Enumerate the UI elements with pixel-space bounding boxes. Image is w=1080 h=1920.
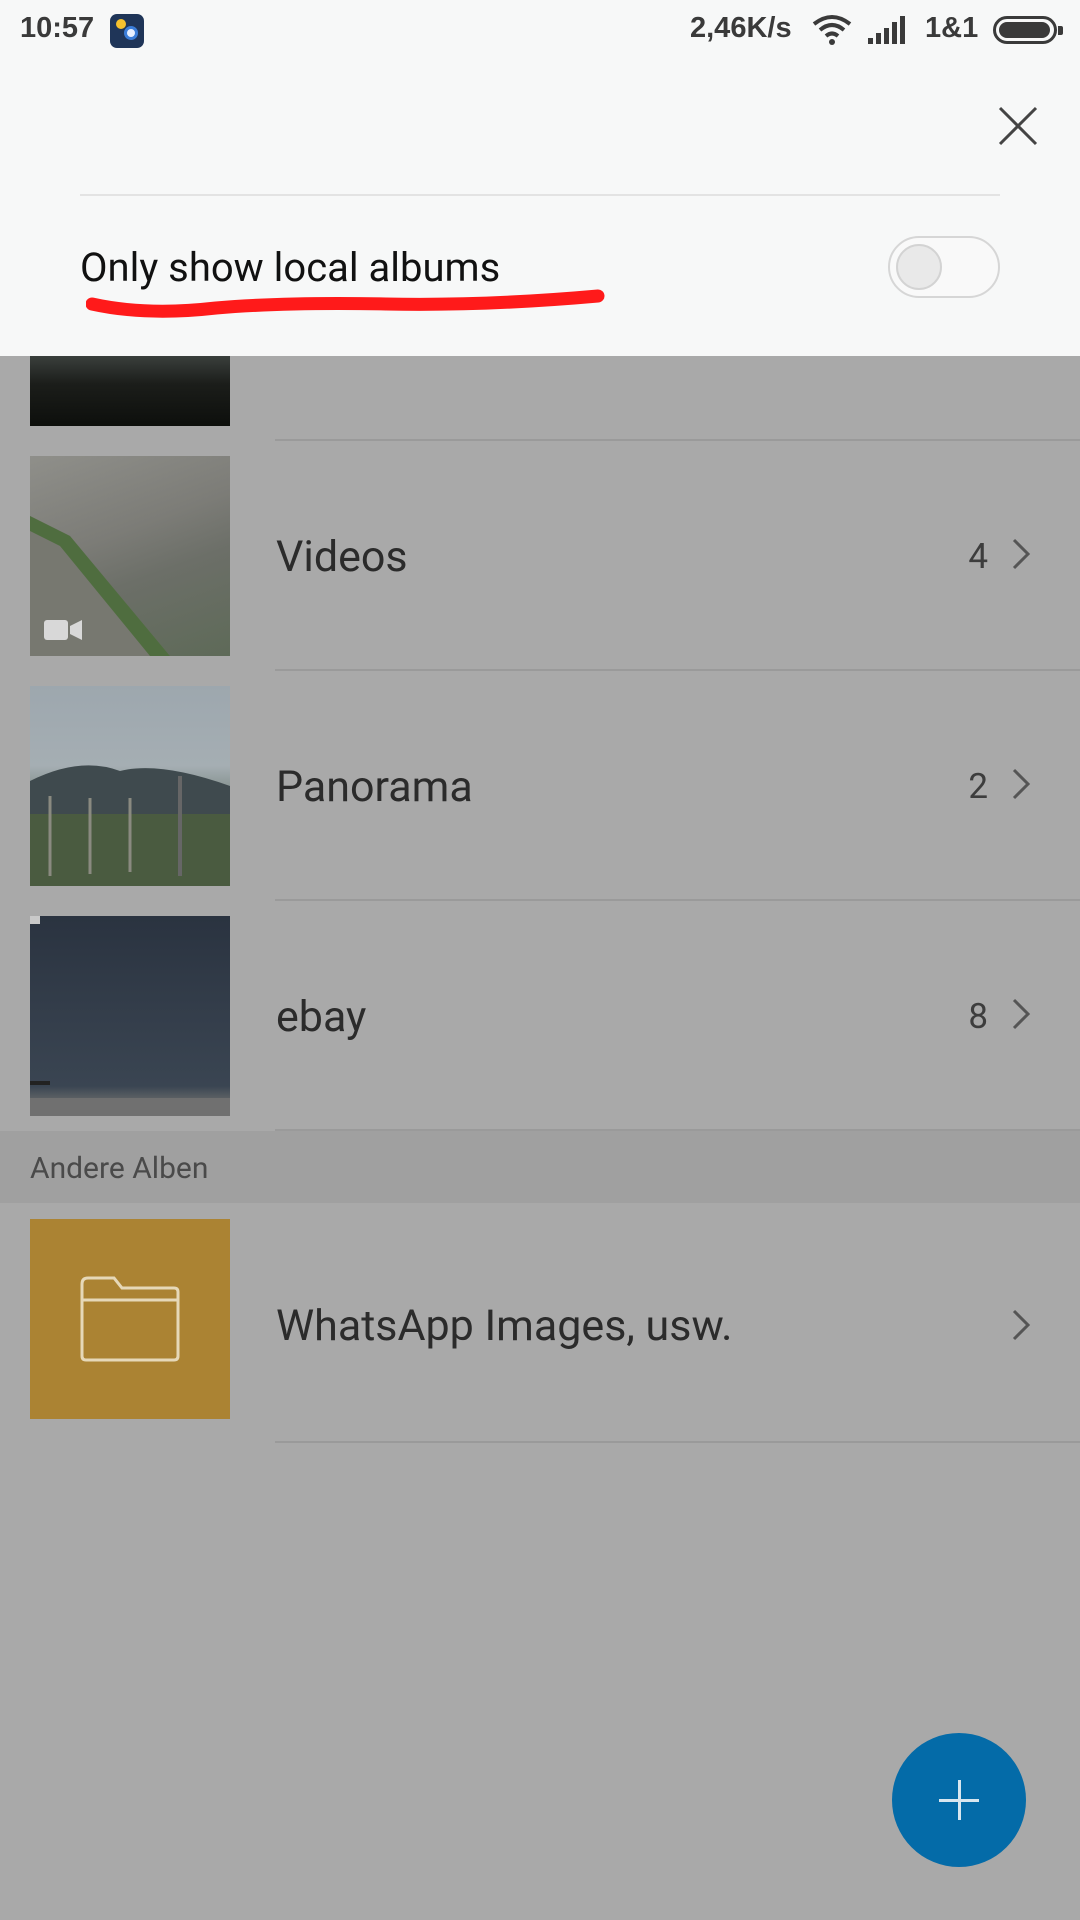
chevron-right-icon [1012,998,1031,1030]
app-notification-icon [110,14,144,48]
album-thumbnail [30,686,230,886]
album-row-whatsapp[interactable]: WhatsApp Images, usw. [0,1219,1080,1449]
status-time: 10:57 [20,12,95,44]
album-thumbnail [30,456,230,656]
folder-icon [80,1276,180,1362]
chevron-right-icon [1012,1309,1031,1341]
row-divider [275,899,1080,901]
row-divider [275,439,1080,441]
album-title: Panorama [276,762,473,812]
chevron-right-icon [1012,768,1031,800]
network-speed: 2,46K/s [690,12,792,44]
album-count: 4 [968,536,988,577]
section-header-other-albums: Andere Alben [0,1131,1080,1203]
folder-thumbnail [30,1219,230,1419]
album-row-ebay[interactable]: ebay 8 [0,916,1080,1146]
panorama-thumbnail-image [30,765,230,886]
album-title: ebay [276,992,367,1042]
album-count: 2 [968,766,988,807]
album-row-panorama[interactable]: Panorama 2 [0,686,1080,916]
red-annotation-underline [86,289,605,318]
section-header-label: Andere Alben [30,1151,209,1186]
signal-icon [868,16,905,44]
battery-icon [993,16,1063,44]
row-divider [275,669,1080,671]
album-title: Videos [276,532,408,582]
close-icon[interactable] [996,104,1040,148]
plus-icon-vertical [958,1780,961,1820]
status-bar: 10:57 2,46K/s 1&1 [0,0,1080,64]
album-thumbnail-partial[interactable] [30,356,230,426]
album-row-videos[interactable]: Videos 4 [0,456,1080,686]
settings-panel: Only show local albums [0,64,1080,356]
toggle-knob [896,244,942,290]
album-title: WhatsApp Images, usw. [276,1301,733,1351]
carrier-name: 1&1 [925,12,979,44]
chevron-right-icon [1012,538,1031,570]
ebay-thumbnail-image [30,916,230,1116]
row-divider [275,1441,1080,1443]
album-count: 8 [968,996,988,1037]
panel-divider [80,194,1000,196]
video-camera-icon [44,620,82,640]
album-thumbnail [30,916,230,1116]
local-albums-toggle[interactable] [888,236,1000,298]
add-album-button[interactable] [892,1733,1026,1867]
wifi-icon [812,15,852,45]
